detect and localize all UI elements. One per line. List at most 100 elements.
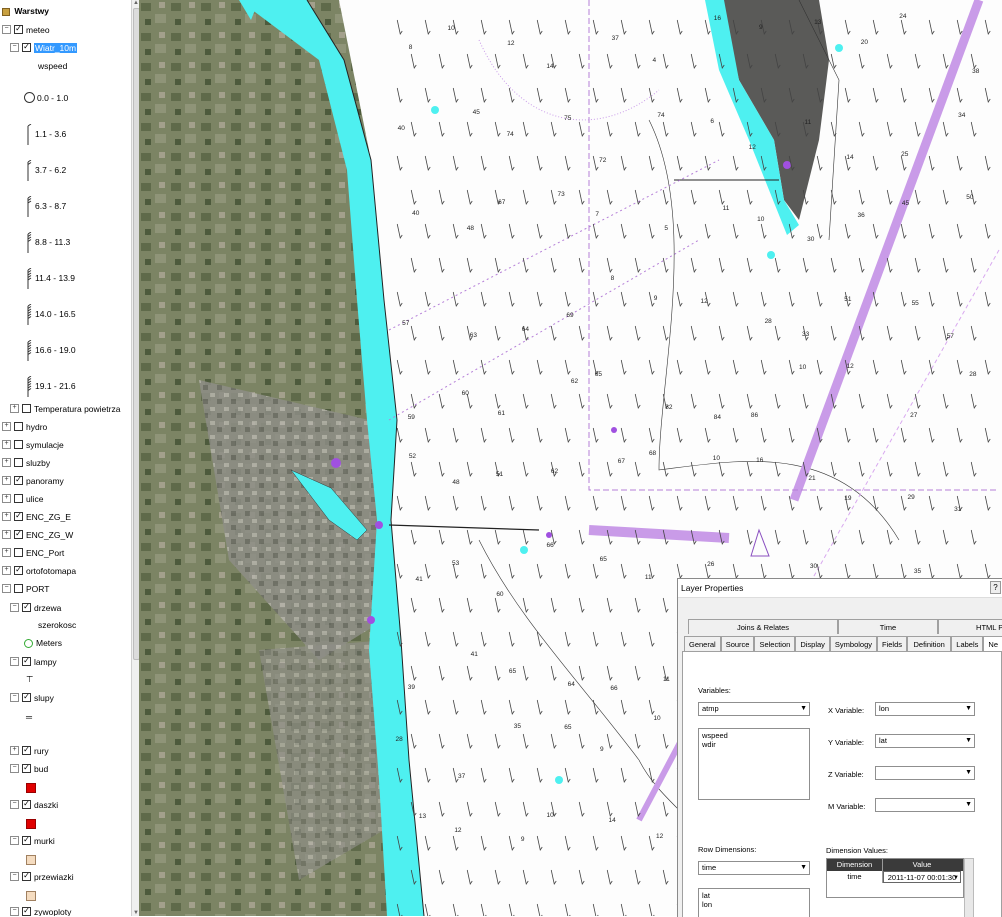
checkbox-unchecked-icon[interactable] <box>14 422 23 432</box>
checkbox-checked-icon[interactable]: ✓ <box>22 764 31 774</box>
tab-fields[interactable]: Fields <box>877 636 908 651</box>
m-variable-combo[interactable]: ▼ <box>875 798 975 812</box>
layer-properties-dialog[interactable]: Layer Properties ? Joins & Relates Time HT… <box>677 578 1002 917</box>
tab-labels[interactable]: Labels <box>951 636 984 651</box>
checkbox-checked-icon[interactable]: ✓ <box>14 530 23 540</box>
row-dimensions-list[interactable]: lat lon <box>698 888 810 917</box>
toc-item-lampy[interactable]: − ✓ lampy <box>10 654 57 668</box>
expand-icon[interactable]: + <box>2 458 11 468</box>
variables-list[interactable]: wspeed wdir <box>698 728 810 800</box>
grid-cell-value-combo[interactable]: 2011-11-07 00:01:30 ▼ <box>883 871 961 883</box>
variables-combo[interactable]: atmp ▼ <box>698 702 810 716</box>
toc-item-symulacje[interactable]: + symulacje <box>2 437 64 451</box>
toc-item-enc-zg-e[interactable]: + ✓ ENC_ZG_E <box>2 509 71 523</box>
collapse-icon[interactable]: − <box>10 603 19 613</box>
collapse-icon[interactable]: − <box>10 693 19 703</box>
dropdown-arrow-icon[interactable]: ▼ <box>965 767 972 779</box>
expand-icon[interactable]: + <box>2 566 11 576</box>
expand-icon[interactable]: + <box>2 512 11 522</box>
list-item[interactable]: lat <box>702 891 806 900</box>
x-variable-combo[interactable]: lon ▼ <box>875 702 975 716</box>
toc-item-hydro[interactable]: + hydro <box>2 419 47 433</box>
checkbox-unchecked-icon[interactable] <box>14 494 23 504</box>
tab-time[interactable]: Time <box>838 619 938 634</box>
collapse-icon[interactable]: − <box>10 43 19 53</box>
checkbox-unchecked-icon[interactable] <box>22 404 31 414</box>
collapse-icon[interactable]: − <box>10 836 19 846</box>
tab-display[interactable]: Display <box>795 636 830 651</box>
dropdown-arrow-icon[interactable]: ▼ <box>800 862 807 874</box>
checkbox-checked-icon[interactable]: ✓ <box>22 603 31 613</box>
checkbox-checked-icon[interactable]: ✓ <box>22 907 31 916</box>
grid-scrollbar[interactable] <box>964 858 974 917</box>
toc-item-daszki[interactable]: − ✓ daszki <box>10 797 58 811</box>
expand-icon[interactable]: + <box>10 746 19 756</box>
toc-item-enc-port[interactable]: + ENC_Port <box>2 545 64 559</box>
collapse-icon[interactable]: − <box>10 657 19 667</box>
toc-item-wiatr[interactable]: − ✓ Wiatr_10m <box>10 40 78 54</box>
list-item[interactable]: lon <box>702 900 806 909</box>
dialog-titlebar[interactable]: Layer Properties <box>678 579 1002 598</box>
dropdown-arrow-icon[interactable]: ▼ <box>953 872 959 884</box>
checkbox-checked-icon[interactable]: ✓ <box>14 512 23 522</box>
z-variable-combo[interactable]: ▼ <box>875 766 975 780</box>
collapse-icon[interactable]: − <box>10 764 19 774</box>
toc-item-murki[interactable]: − ✓ murki <box>10 833 55 847</box>
checkbox-checked-icon[interactable]: ✓ <box>22 43 31 53</box>
collapse-icon[interactable]: − <box>2 584 11 594</box>
collapse-icon[interactable]: − <box>2 25 11 35</box>
checkbox-checked-icon[interactable]: ✓ <box>22 693 31 703</box>
expand-icon[interactable]: + <box>2 530 11 540</box>
checkbox-unchecked-icon[interactable] <box>14 458 23 468</box>
dropdown-arrow-icon[interactable]: ▼ <box>965 703 972 715</box>
expand-icon[interactable]: + <box>2 476 11 486</box>
checkbox-unchecked-icon[interactable] <box>14 440 23 450</box>
checkbox-checked-icon[interactable]: ✓ <box>22 872 31 882</box>
dropdown-arrow-icon[interactable]: ▼ <box>965 735 972 747</box>
toc-item-meteo[interactable]: − ✓ meteo <box>2 22 50 36</box>
toc-item-slupy[interactable]: − ✓ slupy <box>10 690 54 704</box>
toc-item-przewiazki[interactable]: − ✓ przewiazki <box>10 869 74 883</box>
layer-label-selected[interactable]: Wiatr_10m <box>34 42 78 53</box>
collapse-icon[interactable]: − <box>10 800 19 810</box>
grid-row[interactable]: time 2011-11-07 00:01:30 ▼ <box>827 871 963 883</box>
toc-item-enc-zg-w[interactable]: + ✓ ENC_ZG_W <box>2 527 73 541</box>
checkbox-checked-icon[interactable]: ✓ <box>22 836 31 846</box>
checkbox-unchecked-icon[interactable] <box>14 584 23 594</box>
toc-item-temperatura-powietrza[interactable]: + Temperatura powietrza <box>10 401 120 415</box>
collapse-icon[interactable]: − <box>10 872 19 882</box>
checkbox-checked-icon[interactable]: ✓ <box>22 800 31 810</box>
toc-item-ulice[interactable]: + ulice <box>2 491 43 505</box>
toc-item-drzewa[interactable]: − ✓ drzewa <box>10 600 61 614</box>
expand-icon[interactable]: + <box>2 548 11 558</box>
toc-item-bud[interactable]: − ✓ bud <box>10 761 48 775</box>
dropdown-arrow-icon[interactable]: ▼ <box>965 799 972 811</box>
dimension-values-grid[interactable]: Dimension Value time 2011-11-07 00:01:30… <box>826 858 964 898</box>
toc-item-sluzby[interactable]: + sluzby <box>2 455 50 469</box>
toc-item-panoramy[interactable]: + ✓ panoramy <box>2 473 64 487</box>
dropdown-arrow-icon[interactable]: ▼ <box>800 703 807 715</box>
row-dimensions-combo[interactable]: time ▼ <box>698 861 810 875</box>
collapse-icon[interactable]: − <box>10 907 19 916</box>
tab-joins-relates[interactable]: Joins & Relates <box>688 619 838 634</box>
toc-item-port[interactable]: − PORT <box>2 581 49 595</box>
toc-item-ortofotomapa[interactable]: + ✓ ortofotomapa <box>2 563 76 577</box>
checkbox-checked-icon[interactable]: ✓ <box>14 566 23 576</box>
help-button[interactable]: ? <box>990 581 1001 594</box>
checkbox-checked-icon[interactable]: ✓ <box>14 25 23 35</box>
expand-icon[interactable]: + <box>2 422 11 432</box>
toc-item-zywoploty[interactable]: − ✓ zywoploty <box>10 904 71 916</box>
tab-definition-query[interactable]: Definition Query <box>907 636 952 664</box>
tab-ne[interactable]: Ne <box>983 636 1002 651</box>
tab-source[interactable]: Source <box>720 636 755 651</box>
checkbox-unchecked-icon[interactable] <box>14 548 23 558</box>
tab-general[interactable]: General <box>684 636 721 651</box>
tab-html-popup[interactable]: HTML Popup <box>938 619 1002 634</box>
expand-icon[interactable]: + <box>2 440 11 450</box>
y-variable-combo[interactable]: lat ▼ <box>875 734 975 748</box>
checkbox-checked-icon[interactable]: ✓ <box>22 746 31 756</box>
checkbox-checked-icon[interactable]: ✓ <box>14 476 23 486</box>
tab-symbology[interactable]: Symbology <box>829 636 878 651</box>
checkbox-checked-icon[interactable]: ✓ <box>22 657 31 667</box>
tab-selection[interactable]: Selection <box>754 636 796 651</box>
